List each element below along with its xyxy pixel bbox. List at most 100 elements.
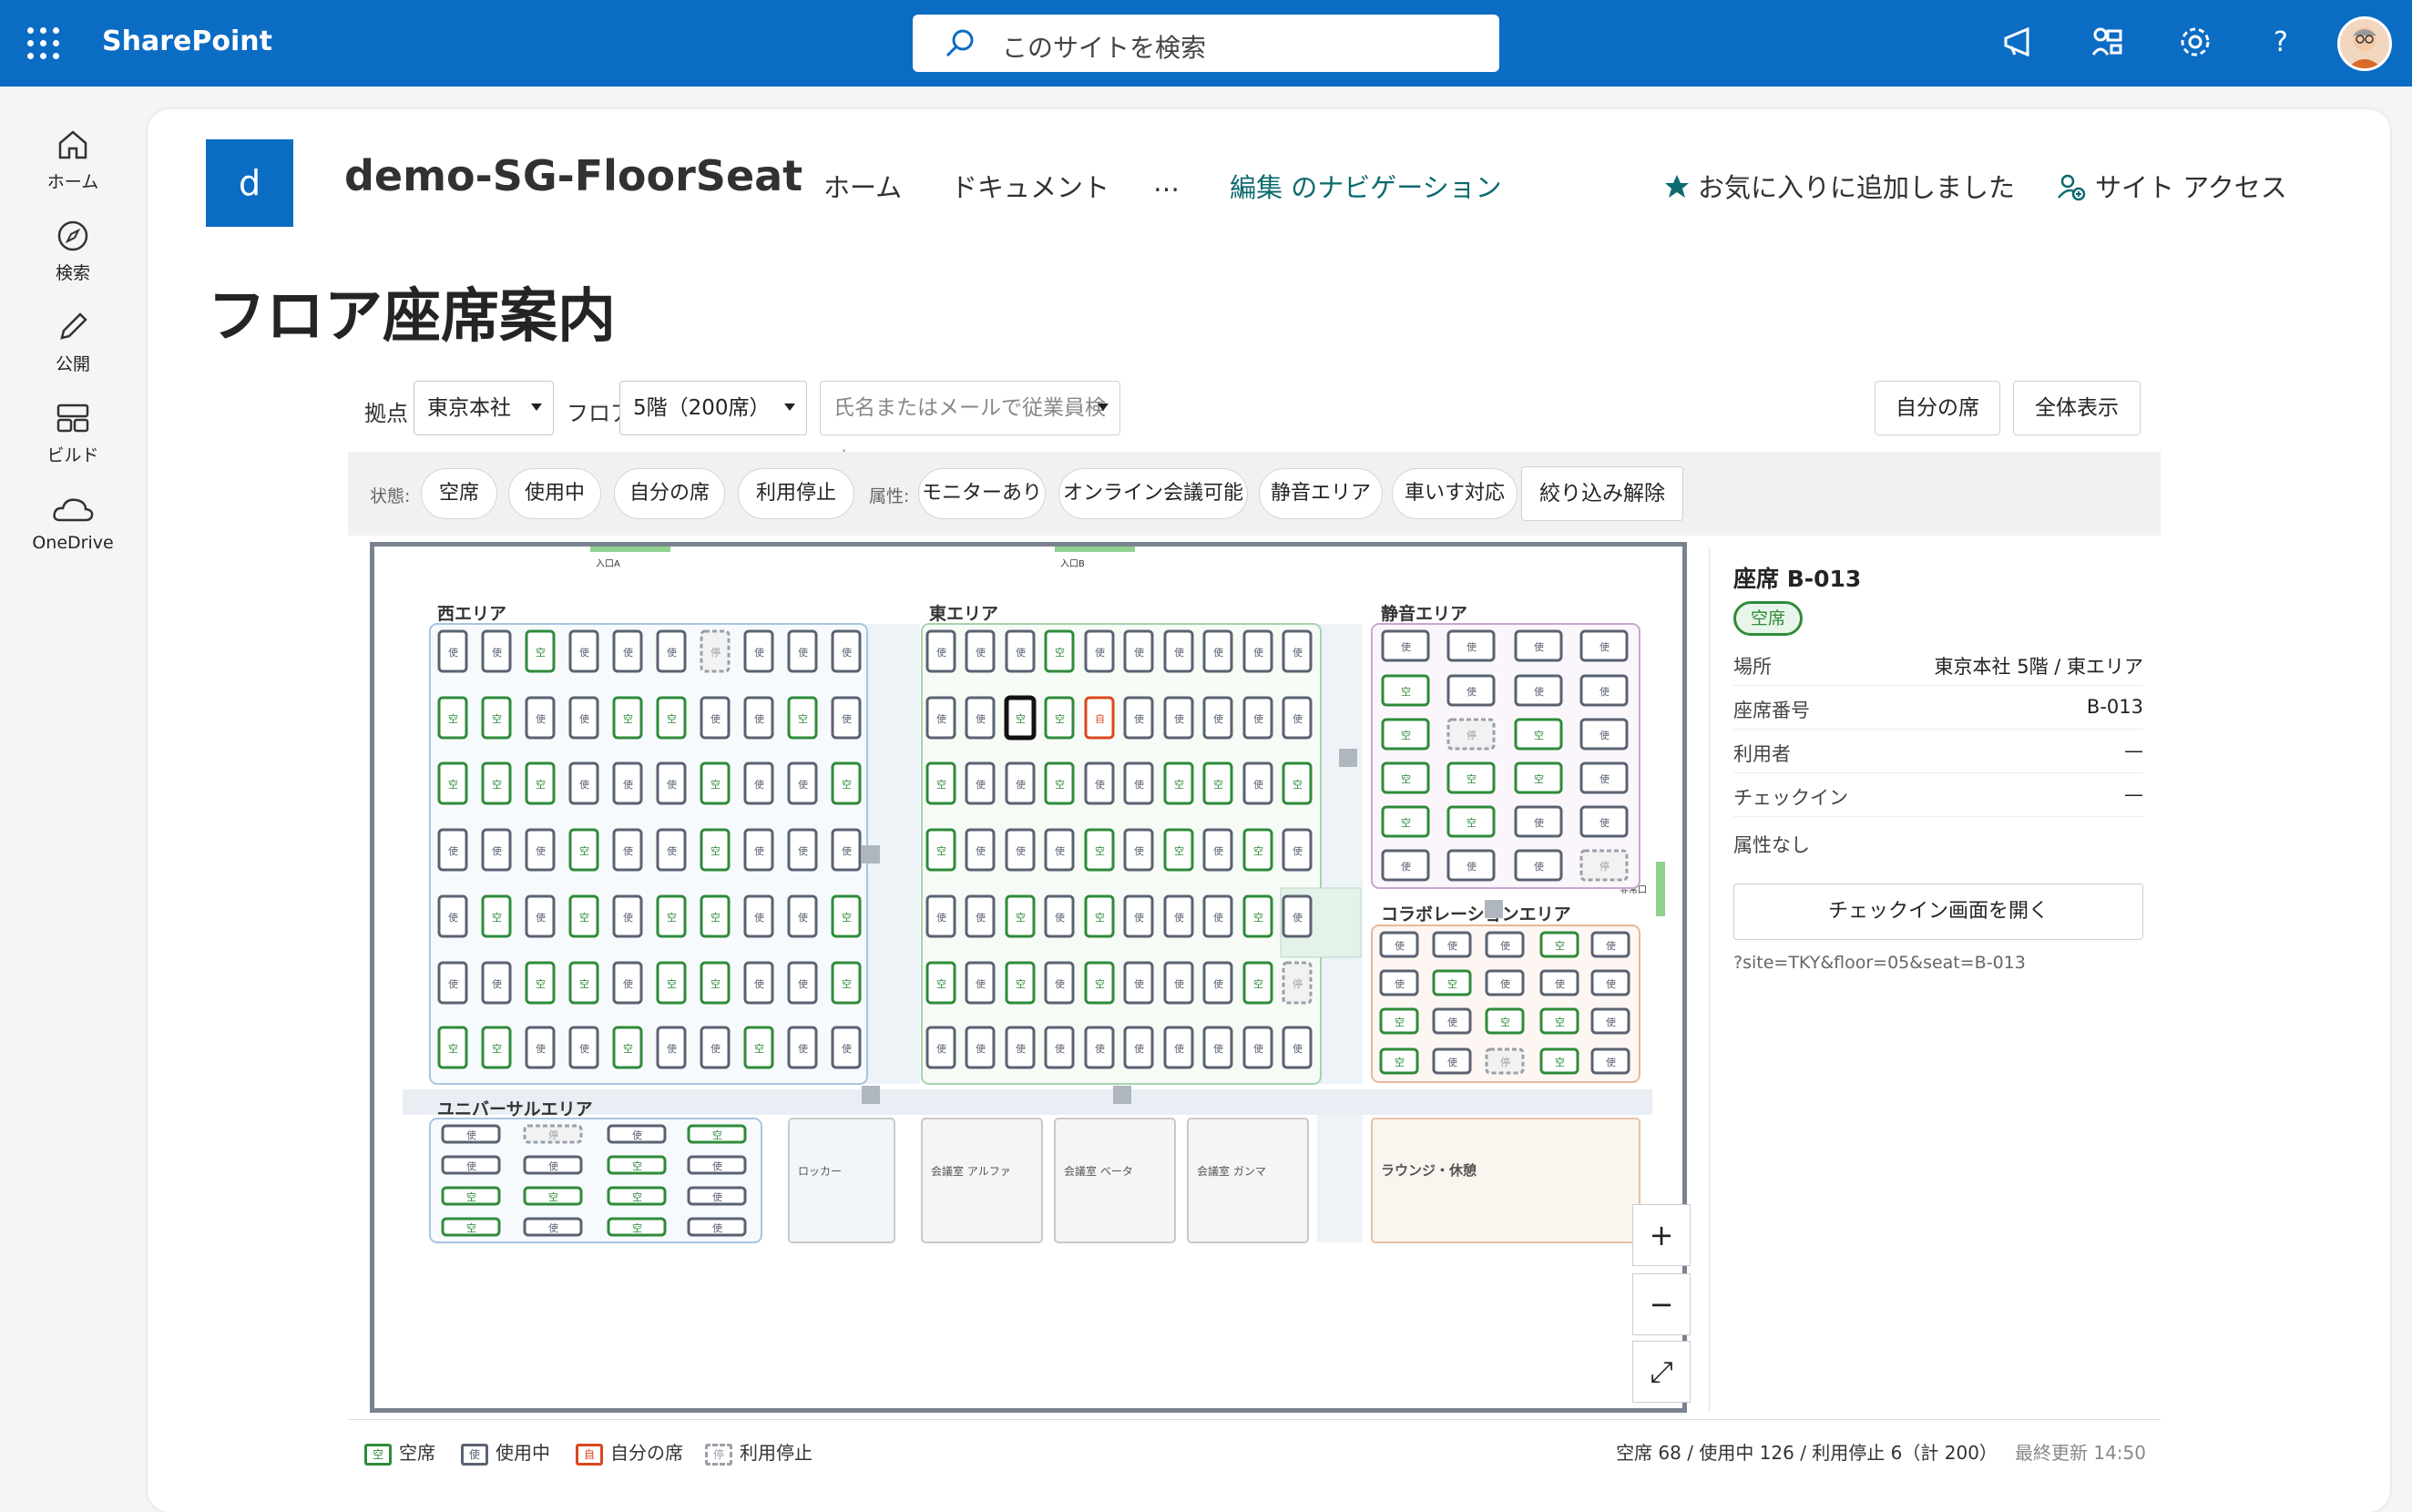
rail-label: 公開 (55, 354, 90, 374)
seat-glyph: 空 (712, 1129, 722, 1141)
legend-label: 自分の席 (610, 1442, 683, 1464)
filter-bar: 状態: 空席 使用中 自分の席 利用停止 属性: モニターあり オンライン会議可… (348, 452, 2161, 536)
seat-glyph: 使 (1447, 940, 1457, 952)
chip-monitor[interactable]: モニターあり (918, 468, 1046, 519)
rail-item-publish[interactable]: 公開 (0, 309, 146, 375)
seat-glyph: 空 (1095, 977, 1105, 990)
waffle-icon[interactable] (27, 27, 60, 60)
seat-glyph: 停 (1500, 1056, 1510, 1068)
employee-search-input[interactable]: 氏名またはメールで従業員検索 (820, 381, 1120, 473)
gear-icon[interactable] (2175, 22, 2215, 62)
seat-glyph: 使 (1055, 978, 1065, 990)
seat-detail-title: 座席 B-013 (1733, 566, 1862, 592)
chip-my-seat[interactable]: 自分の席 (614, 468, 725, 519)
rail-item-onedrive[interactable]: OneDrive (0, 491, 146, 553)
floor-select[interactable]: 5階（200席） (619, 381, 807, 435)
seat-glyph: 使 (1174, 912, 1184, 924)
rail-item-build[interactable]: ビルド (0, 400, 146, 466)
favorite-button[interactable]: お気に入りに追加しました (1663, 167, 2015, 205)
site-access-button[interactable]: サイト アクセス (2057, 167, 2287, 205)
seat-glyph: 使 (1599, 641, 1610, 653)
last-updated: 最終更新 14:50 (2015, 1442, 2146, 1464)
seat-glyph: 空 (1174, 778, 1184, 791)
megaphone-icon[interactable] (2000, 22, 2040, 62)
site-select[interactable]: 東京本社 (414, 381, 554, 435)
seat-glyph: 使 (842, 1043, 852, 1055)
seat-glyph: 空 (1016, 911, 1026, 924)
floor-plan-canvas[interactable]: 入口A 入口B非常口西エリア 東エリア 静音エリアコラボレーションエリアユニバーサルエ… (374, 547, 1682, 1408)
area-quiet[interactable] (1371, 623, 1640, 889)
nav-more[interactable]: … (1153, 167, 1180, 198)
open-checkin-button[interactable]: チェックイン画面を開く (1733, 884, 2143, 940)
seat-glyph: 使 (579, 779, 589, 791)
room[interactable] (1187, 1118, 1309, 1243)
site-logo[interactable]: d (206, 139, 293, 227)
seat-glyph: 使 (1395, 978, 1405, 990)
floor-map[interactable]: 入口A 入口B 非常口 西エリア 東エリア 静音エリア コラボレーションエリア ユニバーサルエ… (370, 542, 1687, 1413)
nav-documents[interactable]: ドキュメント (951, 167, 1109, 205)
zoom-out-button[interactable]: − (1632, 1273, 1691, 1335)
legend-label: 使用中 (496, 1442, 550, 1464)
room[interactable] (1054, 1118, 1176, 1243)
seat-glyph: 空 (1293, 778, 1303, 791)
share-icon[interactable] (2088, 22, 2128, 62)
layout-icon (56, 404, 89, 433)
clear-filters-button[interactable]: 絞り込み解除 (1521, 466, 1683, 521)
help-icon[interactable]: ? (2261, 22, 2301, 62)
zoom-in-button[interactable]: + (1632, 1204, 1691, 1266)
seat-glyph: 使 (1534, 686, 1544, 698)
detail-no-attributes: 属性なし (1733, 820, 2143, 863)
nav-edit-link[interactable]: 編集 のナビゲーション (1230, 167, 1502, 205)
rail-item-search[interactable]: 検索 (0, 218, 146, 284)
seat-glyph: 空 (1016, 712, 1026, 725)
chip-quiet-area[interactable]: 静音エリア (1259, 468, 1383, 519)
seat-glyph: 空 (1555, 1056, 1565, 1068)
chip-vacant[interactable]: 空席 (421, 468, 497, 519)
chip-online-meeting[interactable]: オンライン会議可能 (1058, 468, 1248, 519)
seat-glyph: 空 (1500, 1016, 1510, 1028)
seat-glyph: 空 (632, 1221, 642, 1234)
my-seat-button[interactable]: 自分の席 (1875, 381, 2000, 435)
room[interactable] (1371, 1118, 1640, 1243)
seat-glyph: 使 (936, 647, 946, 659)
nav-home[interactable]: ホーム (823, 167, 902, 205)
seat-glyph: 使 (1599, 686, 1610, 698)
room[interactable] (921, 1118, 1043, 1243)
seat-glyph: 使 (936, 1043, 946, 1055)
room[interactable] (788, 1118, 895, 1243)
seat-glyph: 空 (842, 911, 852, 924)
fullscreen-button[interactable]: ⤢ (1632, 1341, 1691, 1403)
show-all-button[interactable]: 全体表示 (2013, 381, 2141, 435)
seat-glyph: 停 (1293, 977, 1303, 990)
seat-glyph: 空 (448, 1042, 458, 1055)
legend-suspended: 停利用停止 (705, 1438, 813, 1466)
rail-label: OneDrive (32, 533, 114, 553)
seat-glyph: 使 (1253, 713, 1263, 725)
seat-glyph: 使 (548, 1160, 558, 1172)
chip-suspended[interactable]: 利用停止 (738, 468, 854, 519)
seat-glyph: 使 (712, 1160, 722, 1172)
legend-swatch: 使 (461, 1443, 488, 1466)
app-brand[interactable]: SharePoint (102, 26, 272, 57)
seat-glyph: 使 (536, 713, 546, 725)
seat-glyph: 使 (492, 978, 502, 990)
pillar (862, 1086, 880, 1104)
seat-glyph: 空 (710, 977, 721, 990)
legend-swatch: 空 (364, 1443, 392, 1466)
chip-in-use[interactable]: 使用中 (508, 468, 601, 519)
pillar (1113, 1086, 1131, 1104)
seat-glyph: 使 (842, 713, 852, 725)
user-avatar[interactable] (2337, 16, 2392, 71)
detail-key: 利用者 (1733, 743, 1791, 765)
seat-glyph: 空 (1016, 977, 1026, 990)
seat-glyph: 使 (798, 978, 808, 990)
rail-item-home[interactable]: ホーム (0, 127, 146, 193)
detail-key: 場所 (1733, 656, 1772, 678)
site-name[interactable]: demo-SG-FloorSeat (344, 151, 802, 200)
seat-glyph: 使 (798, 845, 808, 857)
site-search-box[interactable]: このサイトを検索 (913, 15, 1499, 72)
seat-glyph: 使 (976, 713, 986, 725)
chip-wheelchair[interactable]: 車いす対応 (1392, 468, 1518, 519)
seat-glyph: 使 (1395, 940, 1405, 952)
people-add-icon (2058, 174, 2086, 201)
